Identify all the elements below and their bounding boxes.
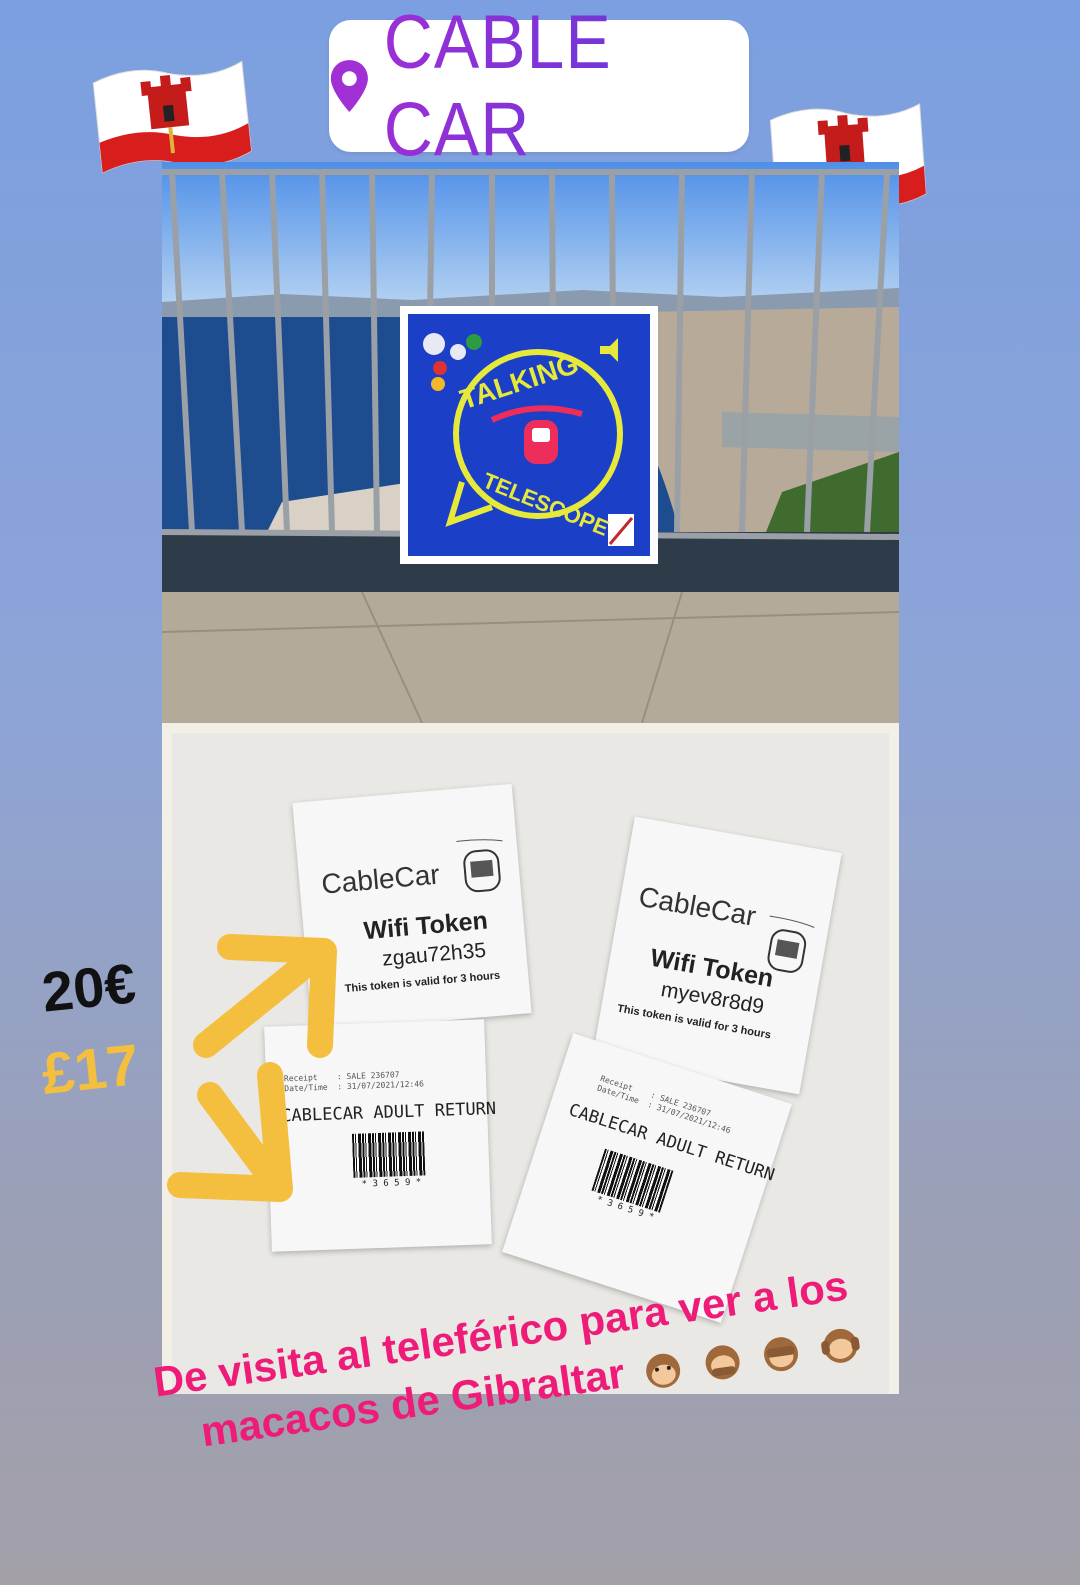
price-pound: £17 [38, 1032, 142, 1107]
hear-no-evil-monkey-icon [821, 1328, 860, 1363]
ticket-valid-text: This token is valid for 3 hours [344, 969, 501, 996]
barcode-number: * 3 6 5 9 * [361, 1177, 422, 1190]
speak-no-evil-monkey-icon [705, 1345, 740, 1380]
arrows-icon [167, 934, 337, 1202]
barcode [351, 1131, 426, 1178]
monkey-face-icon [646, 1353, 681, 1388]
price-euro: 20€ [38, 951, 139, 1024]
location-label: CABLE CAR [384, 0, 749, 173]
location-sticker[interactable]: CABLE CAR [329, 0, 749, 172]
see-no-evil-monkey-icon [764, 1337, 799, 1372]
ticket-token-code: zgau72h35 [381, 938, 487, 971]
cable-car-icon [456, 839, 503, 893]
location-pin-icon [330, 60, 368, 112]
ticket-brand: CableCar [636, 880, 759, 932]
viewpoint-photo: TALKING TELESCOPE [162, 162, 899, 723]
ticket-brand: CableCar [320, 858, 441, 900]
talking-telescope-sign [400, 306, 658, 564]
